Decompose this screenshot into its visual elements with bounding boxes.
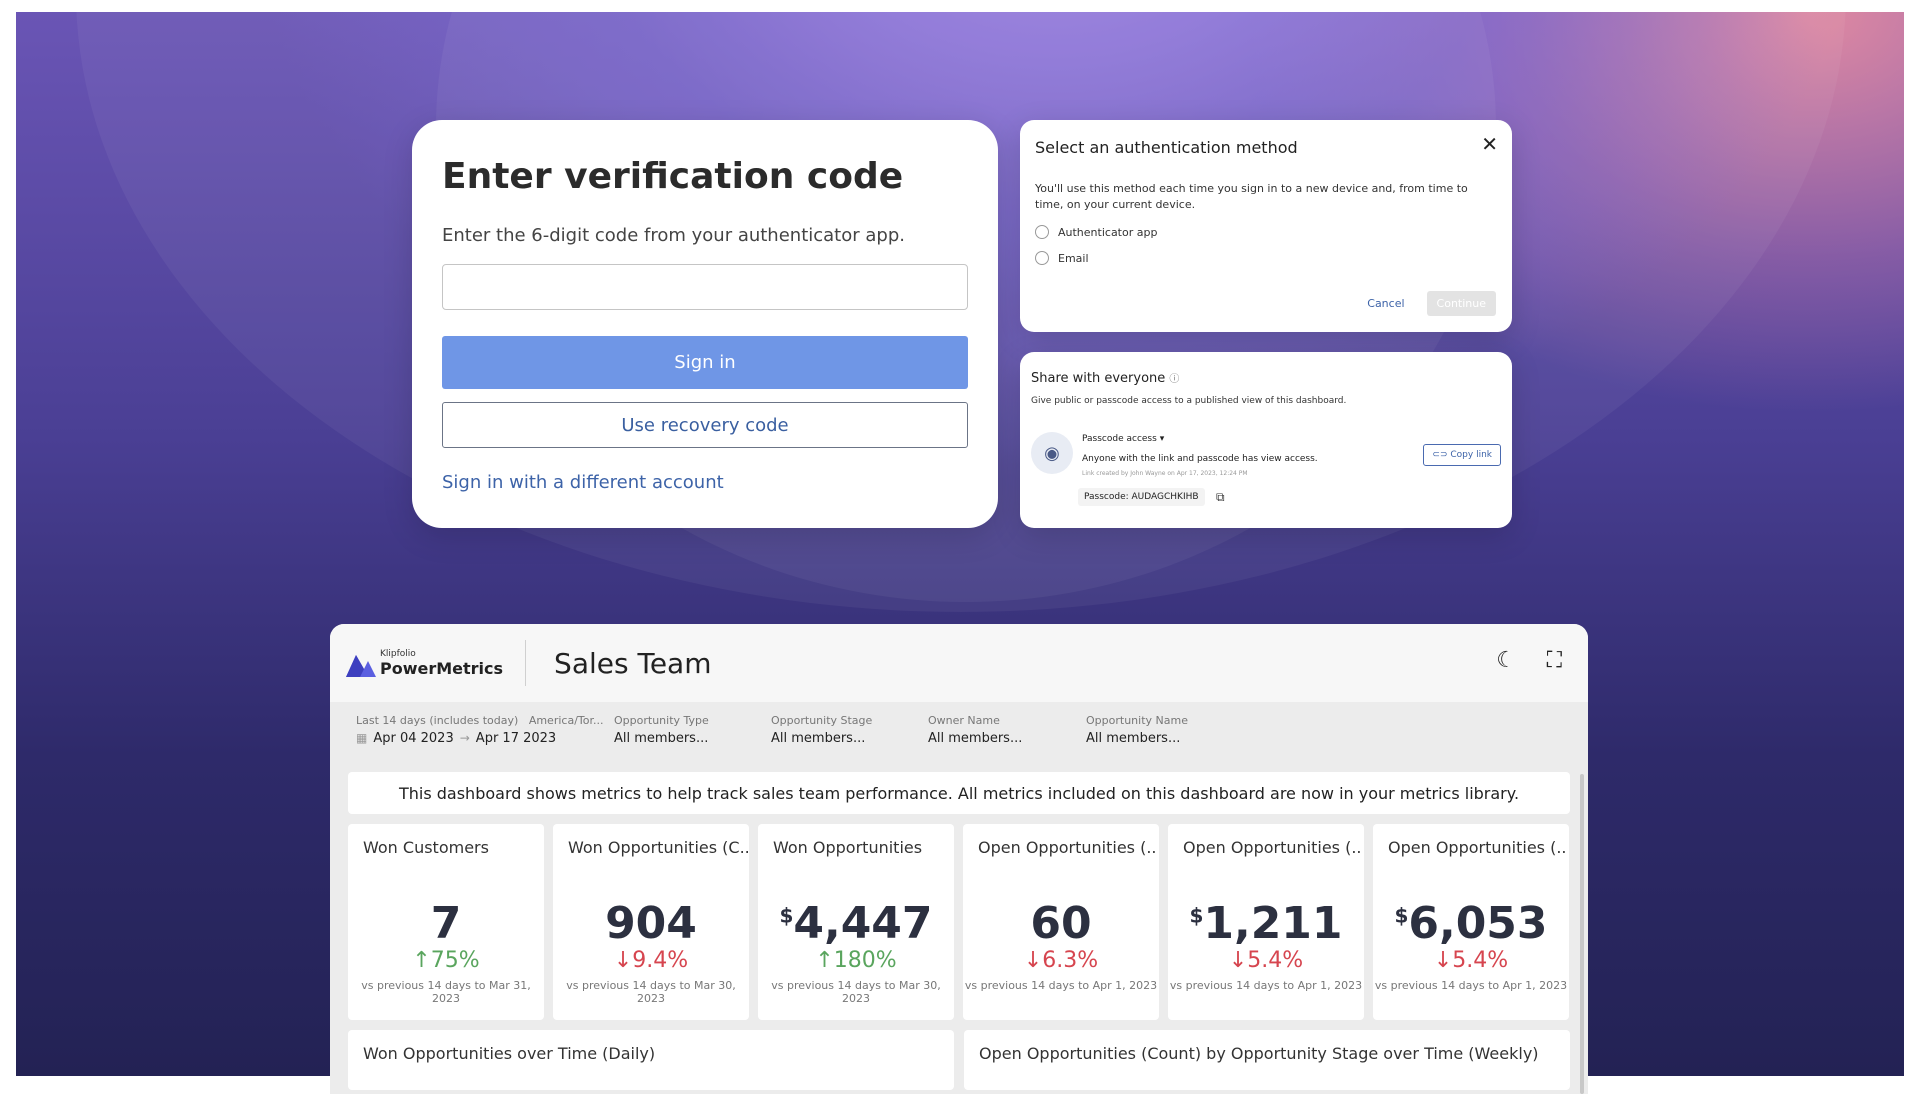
- filter-date[interactable]: Last 14 days (includes today) America/To…: [356, 714, 603, 746]
- kpi-change: ↓5.4%: [1433, 948, 1509, 973]
- dashboard-header: Klipfolio PowerMetrics Sales Team ☾ ⛶: [330, 624, 1588, 702]
- auth-actions: Cancel Continue: [1367, 291, 1496, 316]
- chart-card-open-by-stage[interactable]: Open Opportunities (Count) by Opportunit…: [964, 1030, 1570, 1090]
- auth-title: Select an authentication method: [1035, 138, 1298, 157]
- logo-small-text: Klipfolio: [380, 648, 416, 659]
- sign-in-button[interactable]: Sign in: [442, 336, 968, 389]
- radio-button[interactable]: [1035, 251, 1049, 265]
- globe-icon: ◉: [1031, 432, 1073, 474]
- kpi-title: Won Opportunities: [773, 838, 923, 857]
- kpi-comparison: vs previous 14 days to Mar 31, 2023: [361, 979, 531, 1005]
- auth-option-label: Email: [1058, 251, 1089, 265]
- auth-option-label: Authenticator app: [1058, 225, 1158, 239]
- kpi-title: Won Customers: [363, 838, 489, 857]
- arrow-right-icon: →: [459, 731, 470, 745]
- kpi-change: ↑180%: [815, 948, 897, 973]
- verify-subtitle: Enter the 6-digit code from your authent…: [442, 225, 905, 246]
- dashboard: Klipfolio PowerMetrics Sales Team ☾ ⛶ La…: [330, 624, 1588, 1094]
- kpi-comparison: vs previous 14 days to Apr 1, 2023: [964, 979, 1158, 992]
- copy-link-button[interactable]: ⊂⊃ Copy link: [1423, 444, 1501, 466]
- info-icon: ⓘ: [1169, 374, 1180, 385]
- kpi-comparison: vs previous 14 days to Apr 1, 2023: [1169, 979, 1363, 992]
- kpi-change: ↑75%: [412, 948, 480, 973]
- verify-title: Enter verification code: [442, 156, 904, 197]
- divider: [525, 640, 527, 686]
- filter-opportunity-stage[interactable]: Opportunity Stage All members...: [771, 714, 872, 746]
- kpi-change: ↓5.4%: [1228, 948, 1304, 973]
- filter-opportunity-name[interactable]: Opportunity Name All members...: [1086, 714, 1188, 746]
- kpi-comparison: vs previous 14 days to Mar 30, 2023: [566, 979, 736, 1005]
- filter-opportunity-type[interactable]: Opportunity Type All members...: [614, 714, 709, 746]
- close-icon[interactable]: ✕: [1481, 132, 1498, 156]
- filter-owner-name[interactable]: Owner Name All members...: [928, 714, 1022, 746]
- auth-option-authenticator[interactable]: Authenticator app: [1035, 225, 1497, 239]
- arrow-down-icon: ↓: [1228, 948, 1248, 973]
- fullscreen-icon[interactable]: ⛶: [1547, 648, 1562, 673]
- info-banner: This dashboard shows metrics to help tra…: [348, 772, 1570, 814]
- chart-row: Won Opportunities over Time (Daily) Open…: [348, 1030, 1570, 1090]
- logo: Klipfolio PowerMetrics: [346, 649, 503, 678]
- kpi-title: Open Opportunities (...: [978, 838, 1158, 857]
- kpi-card[interactable]: Open Opportunities (... 60 ↓6.3% vs previou…: [963, 824, 1159, 1020]
- arrow-up-icon: ↑: [412, 948, 431, 973]
- kpi-card[interactable]: Won Opportunities $4,447 ↑180% vs previous …: [758, 824, 954, 1020]
- kpi-value: $6,053: [1394, 898, 1548, 949]
- arrow-down-icon: ↓: [1433, 948, 1453, 973]
- kpi-value: 7: [430, 898, 462, 949]
- cancel-button[interactable]: Cancel: [1367, 297, 1404, 310]
- arrow-down-icon: ↓: [1023, 948, 1043, 973]
- kpi-card[interactable]: Won Opportunities (C... 904 ↓9.4% vs previo…: [553, 824, 749, 1020]
- kpi-title: Open Opportunities (...: [1388, 838, 1568, 857]
- calendar-icon: ▦: [356, 731, 368, 745]
- kpi-comparison: vs previous 14 days to Apr 1, 2023: [1374, 979, 1568, 992]
- radio-button[interactable]: [1035, 225, 1049, 239]
- kpi-card[interactable]: Open Opportunities (... $1,211 ↓5.4% vs pre…: [1168, 824, 1364, 1020]
- link-icon: ⊂⊃: [1432, 450, 1448, 460]
- kpi-title: Open Opportunities (...: [1183, 838, 1363, 857]
- arrow-down-icon: ↓: [613, 948, 633, 973]
- arrow-up-icon: ↑: [815, 948, 834, 973]
- share-description: Give public or passcode access to a publ…: [1031, 396, 1347, 406]
- kpi-value: $1,211: [1189, 898, 1343, 949]
- kpi-value: 60: [1030, 898, 1092, 949]
- kpi-value: 904: [605, 898, 697, 949]
- continue-button[interactable]: Continue: [1426, 291, 1496, 316]
- logo-mark-icon: [346, 655, 376, 677]
- auth-description: You'll use this method each time you sig…: [1035, 182, 1468, 211]
- kpi-value: $4,447: [779, 898, 933, 949]
- caret-down-icon: ▾: [1159, 434, 1165, 444]
- share-title: Share with everyone ⓘ: [1031, 371, 1180, 386]
- kpi-comparison: vs previous 14 days to Mar 30, 2023: [771, 979, 941, 1005]
- verification-card: Enter verification code Enter the 6-digi…: [412, 120, 998, 528]
- auth-method-dialog: Select an authentication method ✕ You'll…: [1020, 120, 1512, 332]
- link-meta: Link created by John Wayne on Apr 17, 20…: [1082, 470, 1248, 477]
- filter-bar: Last 14 days (includes today) America/To…: [330, 702, 1588, 766]
- code-input[interactable]: [442, 264, 968, 310]
- kpi-change: ↓6.3%: [1023, 948, 1099, 973]
- passcode-field: Passcode: AUDAGCHKIHB: [1078, 488, 1205, 506]
- share-panel: Share with everyone ⓘ Give public or pas…: [1020, 352, 1512, 528]
- scrollbar[interactable]: [1580, 774, 1584, 1094]
- kpi-card[interactable]: Open Opportunities (... $6,053 ↓5.4% vs pre…: [1373, 824, 1569, 1020]
- kpi-row: Won Customers 7 ↑75% vs previous 14 days to…: [348, 824, 1569, 1020]
- copy-icon[interactable]: ⧉: [1216, 490, 1225, 505]
- dashboard-title: Sales Team: [554, 646, 712, 680]
- different-account-link[interactable]: Sign in with a different account: [442, 472, 968, 493]
- moon-icon[interactable]: ☾: [1496, 648, 1516, 673]
- kpi-title: Won Opportunities (C...: [568, 838, 748, 857]
- kpi-change: ↓9.4%: [613, 948, 689, 973]
- recovery-code-button[interactable]: Use recovery code: [442, 402, 968, 448]
- passcode-access-dropdown[interactable]: Passcode access ▾: [1082, 434, 1164, 444]
- auth-option-email[interactable]: Email: [1035, 251, 1497, 265]
- logo-big-text: PowerMetrics: [380, 658, 504, 678]
- chart-card-won-over-time[interactable]: Won Opportunities over Time (Daily): [348, 1030, 954, 1090]
- access-description: Anyone with the link and passcode has vi…: [1082, 454, 1318, 464]
- kpi-card[interactable]: Won Customers 7 ↑75% vs previous 14 days to…: [348, 824, 544, 1020]
